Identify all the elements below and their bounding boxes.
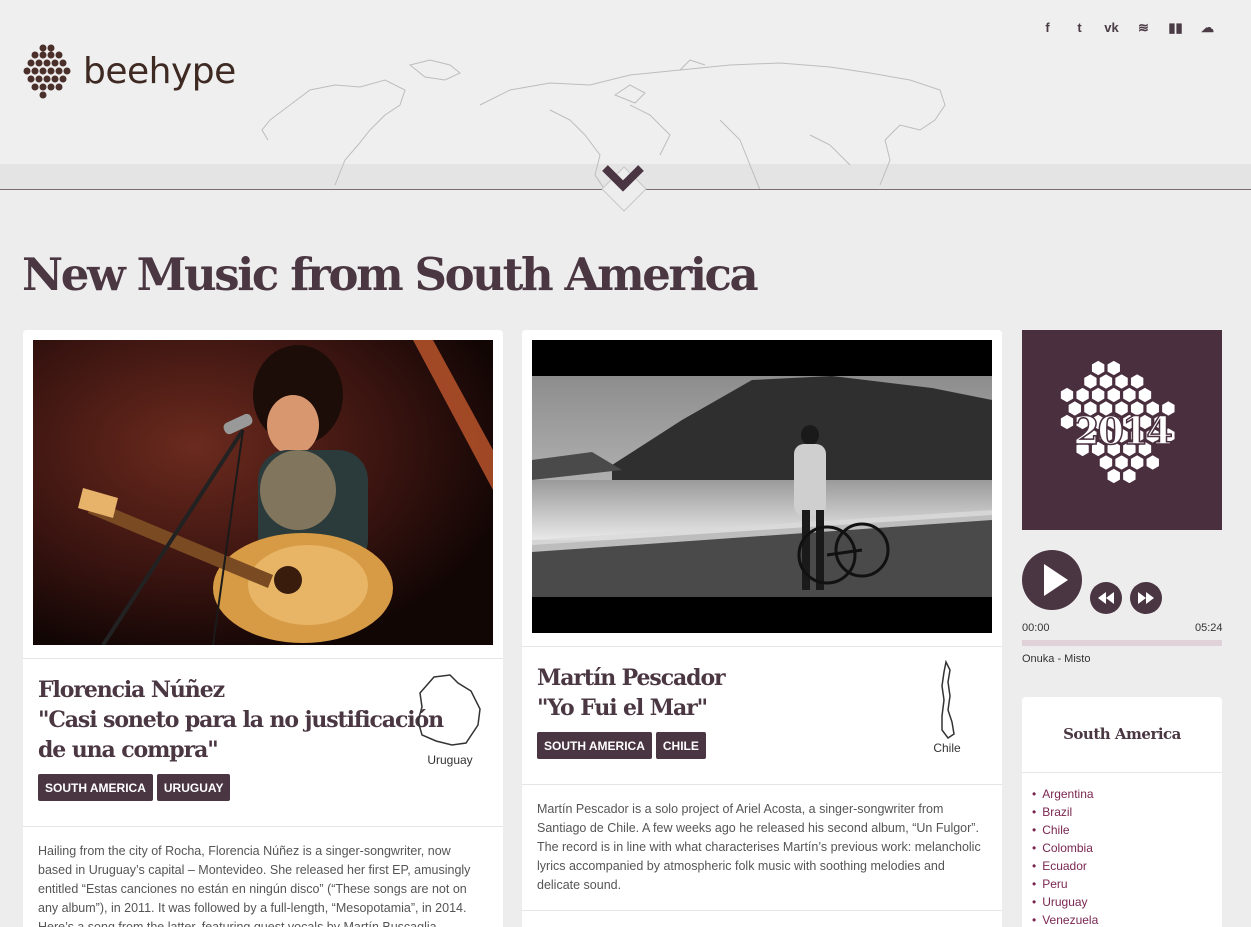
post-country-label: Uruguay xyxy=(427,753,473,767)
rewind-icon xyxy=(1098,592,1114,604)
country-link-argentina[interactable]: Argentina xyxy=(1032,785,1098,803)
uruguay-map-icon xyxy=(417,674,481,746)
album-cover[interactable]: 2014 xyxy=(1022,330,1222,530)
fast-forward-button[interactable] xyxy=(1130,582,1162,614)
post-song-title: "Yo Fui el Mar" xyxy=(537,695,708,721)
post-excerpt: Martín Pescador is a solo project of Ari… xyxy=(537,802,981,892)
chile-map-icon xyxy=(941,660,955,740)
current-time: 00:00 xyxy=(1022,622,1050,634)
rewind-button[interactable] xyxy=(1090,582,1122,614)
track-duration: 05:24 xyxy=(1195,622,1223,634)
card-divider xyxy=(522,910,1002,911)
facebook-icon[interactable]: f xyxy=(1038,18,1057,37)
post-artist: Florencia Núñez xyxy=(38,677,225,703)
post-title[interactable]: Martín Pescador "Yo Fui el Mar" xyxy=(537,663,726,723)
track-title: Onuka - Misto xyxy=(1022,653,1091,665)
post-country-label: Chile xyxy=(933,741,961,755)
post-excerpt: Hailing from the city of Rocha, Florenci… xyxy=(38,844,471,927)
fast-forward-icon xyxy=(1138,592,1154,604)
region-title: South America xyxy=(1063,725,1181,743)
brand-name: beehype xyxy=(83,50,236,92)
post-tags: SOUTH AMERICA URUGUAY xyxy=(38,774,231,801)
tag-uruguay[interactable]: URUGUAY xyxy=(156,774,231,801)
card-divider xyxy=(522,784,1002,785)
region-widget: South America Argentina Brazil Chile Col… xyxy=(1022,697,1222,927)
post-video-thumbnail[interactable] xyxy=(532,340,992,633)
deezer-icon[interactable]: ▮▮ xyxy=(1166,18,1185,37)
tag-south-america[interactable]: SOUTH AMERICA xyxy=(537,732,652,759)
post-tags: SOUTH AMERICA CHILE xyxy=(537,732,706,759)
card-divider xyxy=(23,826,503,827)
country-link-peru[interactable]: Peru xyxy=(1032,875,1098,893)
vk-icon[interactable]: vk xyxy=(1102,18,1121,37)
country-link-ecuador[interactable]: Ecuador xyxy=(1032,857,1098,875)
tag-chile[interactable]: CHILE xyxy=(655,732,706,759)
region-divider xyxy=(1022,772,1222,773)
post-card: Florencia Núñez "Casi soneto para la no … xyxy=(23,330,503,927)
play-button[interactable] xyxy=(1022,550,1082,610)
cover-year: 2014 xyxy=(1022,330,1222,530)
post-title[interactable]: Florencia Núñez "Casi soneto para la no … xyxy=(38,675,444,765)
honeycomb-logo-icon xyxy=(23,44,71,99)
chevron-down-icon[interactable] xyxy=(601,160,647,212)
country-link-uruguay[interactable]: Uruguay xyxy=(1032,893,1098,911)
country-list: Argentina Brazil Chile Colombia Ecuador … xyxy=(1032,785,1098,927)
post-song-title: "Casi soneto para la no justificación xyxy=(38,707,444,733)
country-link-venezuela[interactable]: Venezuela xyxy=(1032,911,1098,927)
spotify-icon[interactable]: ≋ xyxy=(1134,18,1153,37)
cover-year-text: 2014 xyxy=(1072,407,1173,454)
post-photo[interactable] xyxy=(33,340,493,645)
country-link-brazil[interactable]: Brazil xyxy=(1032,803,1098,821)
play-icon xyxy=(1024,552,1080,608)
social-links: f t vk ≋ ▮▮ ☁ xyxy=(1038,18,1217,37)
twitter-icon[interactable]: t xyxy=(1070,18,1089,37)
site-logo[interactable]: beehype xyxy=(23,42,236,100)
post-song-title-cont: de una compra" xyxy=(38,737,219,763)
post-card: Martín Pescador "Yo Fui el Mar" Chile SO… xyxy=(522,330,1002,927)
world-map-graphic xyxy=(261,59,946,189)
country-link-colombia[interactable]: Colombia xyxy=(1032,839,1098,857)
page-title: New Music from South America xyxy=(22,248,759,301)
progress-bar[interactable] xyxy=(1022,640,1222,646)
soundcloud-icon[interactable]: ☁ xyxy=(1198,18,1217,37)
country-link-chile[interactable]: Chile xyxy=(1032,821,1098,839)
card-divider xyxy=(23,658,503,659)
tag-south-america[interactable]: SOUTH AMERICA xyxy=(38,774,153,801)
card-divider xyxy=(522,646,1002,647)
post-artist: Martín Pescador xyxy=(537,665,726,691)
